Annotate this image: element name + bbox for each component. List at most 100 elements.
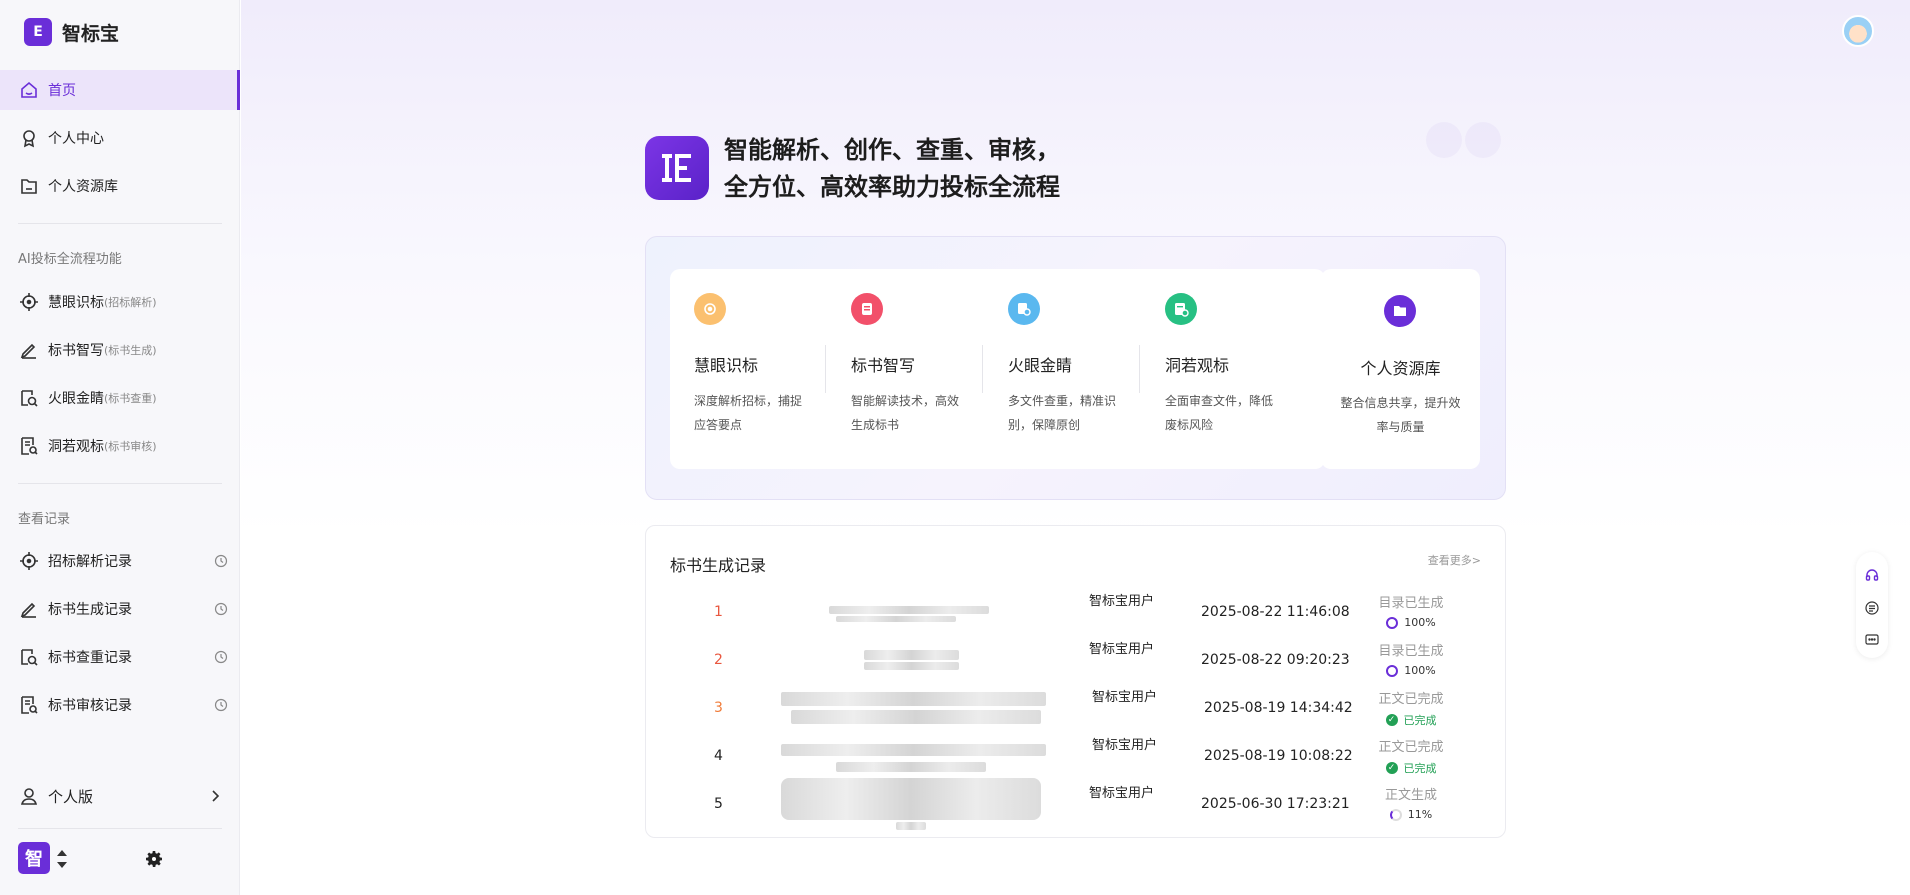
table-row[interactable]: 4 智标宝用户 2025-08-19 10:08:22 正文已完成 ✓ 已完成: [646, 736, 1507, 784]
resource-card[interactable]: 个人资源库 整合信息共享，提升效率与质量: [1321, 269, 1480, 469]
user-avatar[interactable]: [1842, 15, 1874, 47]
row-time: 2025-08-19 10:08:22: [1204, 748, 1353, 764]
row-progress: ✓ 已完成: [1368, 760, 1454, 776]
row-status: 正文已完成: [1378, 740, 1444, 755]
divider: [18, 483, 222, 484]
blurred-title: [791, 710, 1041, 724]
feature-desc: 智能解读技术，高效生成标书: [851, 394, 960, 432]
quote-decoration-icon: [1426, 122, 1501, 158]
resource-desc: 整合信息共享，提升效率与质量: [1340, 396, 1461, 434]
doc-search-icon: [18, 387, 40, 409]
feature-desc: 多文件查重，精准识别，保障原创: [1008, 394, 1117, 432]
folder-icon: [1384, 295, 1416, 327]
feature-panel: 慧眼识标 深度解析招标，捕捉应答要点 标书智写 智能解读技术，高效生成标书 火眼…: [645, 236, 1506, 500]
crosshair-icon: [18, 291, 40, 313]
row-user: 智标宝用户: [1089, 786, 1155, 801]
sidebar-item-label: 火眼金睛: [48, 391, 104, 407]
chat-icon[interactable]: [1865, 632, 1879, 646]
sidebar-item-analysis[interactable]: 慧眼识标 (招标解析): [0, 282, 240, 322]
sidebar-item-analysis-record[interactable]: 招标解析记录: [0, 541, 240, 581]
blurred-title: [781, 744, 1046, 756]
brand-mark-icon: [662, 154, 691, 182]
sidebar-item-review-record[interactable]: 标书审核记录: [0, 685, 240, 725]
table-row[interactable]: 5 智标宝用户 2025-06-30 17:23:21 正文生成 11%: [646, 778, 1507, 832]
row-time: 2025-08-22 09:20:23: [1201, 652, 1350, 668]
records-title: 标书生成记录: [670, 556, 767, 575]
sidebar-item-label: 标书查重记录: [48, 650, 132, 666]
feedback-icon[interactable]: [1865, 600, 1879, 615]
sidebar-item-label: 标书生成记录: [48, 602, 132, 618]
user-icon: [18, 785, 40, 807]
hero-headline: 智能解析、创作、查重、审核， 全方位、高效率助力投标全流程: [724, 132, 1060, 206]
sort-arrows-icon[interactable]: [56, 848, 68, 870]
sidebar-item-duplicate[interactable]: 火眼金睛 (标书查重): [0, 378, 240, 418]
sidebar-item-label: 慧眼识标: [48, 295, 104, 311]
doc-search-icon: [18, 646, 40, 668]
feature-card-group: 慧眼识标 深度解析招标，捕捉应答要点 标书智写 智能解读技术，高效生成标书 火眼…: [670, 269, 1325, 469]
blurred-title: [781, 778, 1041, 820]
sidebar-item-write-record[interactable]: 标书生成记录: [0, 589, 240, 629]
row-user: 智标宝用户: [1089, 642, 1155, 657]
sidebar-item-profile[interactable]: 个人中心: [0, 118, 240, 158]
feature-title: 洞若观标: [1165, 356, 1230, 375]
sidebar-item-home[interactable]: 首页: [0, 70, 240, 110]
table-row[interactable]: 1 智标宝用户 2025-08-22 11:46:08 目录已生成 100%: [646, 592, 1507, 640]
table-row[interactable]: 3 智标宝用户 2025-08-19 14:34:42 正文已完成 ✓ 已完成: [646, 688, 1507, 736]
sidebar: E 智标宝 首页 个人中心 个人资源库 AI投标全流程功能 慧眼识标 (招标解析)…: [0, 0, 240, 895]
brand-switcher[interactable]: 智: [18, 842, 50, 874]
badge-icon: [18, 127, 40, 149]
sidebar-item-duplicate-record[interactable]: 标书查重记录: [0, 637, 240, 677]
chevron-right-icon: [212, 790, 220, 802]
sidebar-item-label: 洞若观标: [48, 439, 104, 455]
feature-analysis[interactable]: 慧眼识标 深度解析招标，捕捉应答要点: [670, 269, 827, 469]
blurred-title: [836, 616, 956, 622]
blurred-title: [829, 606, 989, 614]
table-row[interactable]: 2 智标宝用户 2025-08-22 09:20:23 目录已生成 100%: [646, 640, 1507, 688]
app-name: 智标宝: [62, 22, 120, 45]
history-icon: [214, 650, 228, 664]
feature-title: 火眼金睛: [1008, 356, 1073, 375]
gear-icon[interactable]: [144, 849, 164, 869]
row-progress: 100%: [1368, 616, 1454, 629]
divider: [982, 345, 983, 393]
hero-line-1: 智能解析、创作、查重、审核，: [724, 136, 1060, 164]
headset-icon[interactable]: [1865, 567, 1879, 581]
row-user: 智标宝用户: [1092, 738, 1158, 753]
doc-review-icon: [18, 435, 40, 457]
pen-icon: [18, 339, 40, 361]
progress-ring-icon: [1386, 616, 1399, 629]
sidebar-item-resources[interactable]: 个人资源库: [0, 166, 240, 206]
feature-duplicate[interactable]: 火眼金睛 多文件查重，精准识别，保障原创: [984, 269, 1141, 469]
sidebar-item-review[interactable]: 洞若观标 (标书审核): [0, 426, 240, 466]
feature-write[interactable]: 标书智写 智能解读技术，高效生成标书: [827, 269, 984, 469]
row-time: 2025-08-22 11:46:08: [1201, 604, 1350, 620]
row-status: 正文已完成: [1378, 692, 1444, 707]
progress-value: 100%: [1404, 664, 1436, 677]
row-index: 5: [714, 796, 723, 812]
row-status: 目录已生成: [1378, 644, 1444, 659]
feature-review[interactable]: 洞若观标 全面审查文件，降低废标风险: [1141, 269, 1298, 469]
blurred-title: [896, 822, 926, 830]
view-more-link[interactable]: 查看更多>: [1428, 552, 1481, 568]
folder-icon: [18, 175, 40, 197]
sidebar-item-sub: (标书生成): [104, 344, 157, 357]
blurred-title: [864, 650, 959, 660]
version-selector[interactable]: 个人版: [0, 776, 240, 816]
file-search-icon: [1008, 293, 1040, 325]
row-index: 2: [714, 652, 723, 668]
row-user: 智标宝用户: [1092, 690, 1158, 705]
sidebar-item-write[interactable]: 标书智写 (标书生成): [0, 330, 240, 370]
app-logo[interactable]: E 智标宝: [24, 18, 119, 46]
divider: [18, 223, 222, 224]
sidebar-item-label: 标书智写: [48, 343, 104, 359]
sidebar-item-label: 招标解析记录: [48, 554, 132, 570]
blurred-title: [836, 762, 986, 772]
section-title-records: 查看记录: [18, 512, 71, 527]
records-panel: 标书生成记录 查看更多> 1 智标宝用户 2025-08-22 11:46:08…: [645, 525, 1506, 838]
history-icon: [214, 602, 228, 616]
row-time: 2025-06-30 17:23:21: [1201, 796, 1350, 812]
feature-desc: 深度解析招标，捕捉应答要点: [694, 394, 803, 432]
row-index: 1: [714, 604, 723, 620]
version-label: 个人版: [48, 787, 94, 806]
doc-review-icon: [18, 694, 40, 716]
